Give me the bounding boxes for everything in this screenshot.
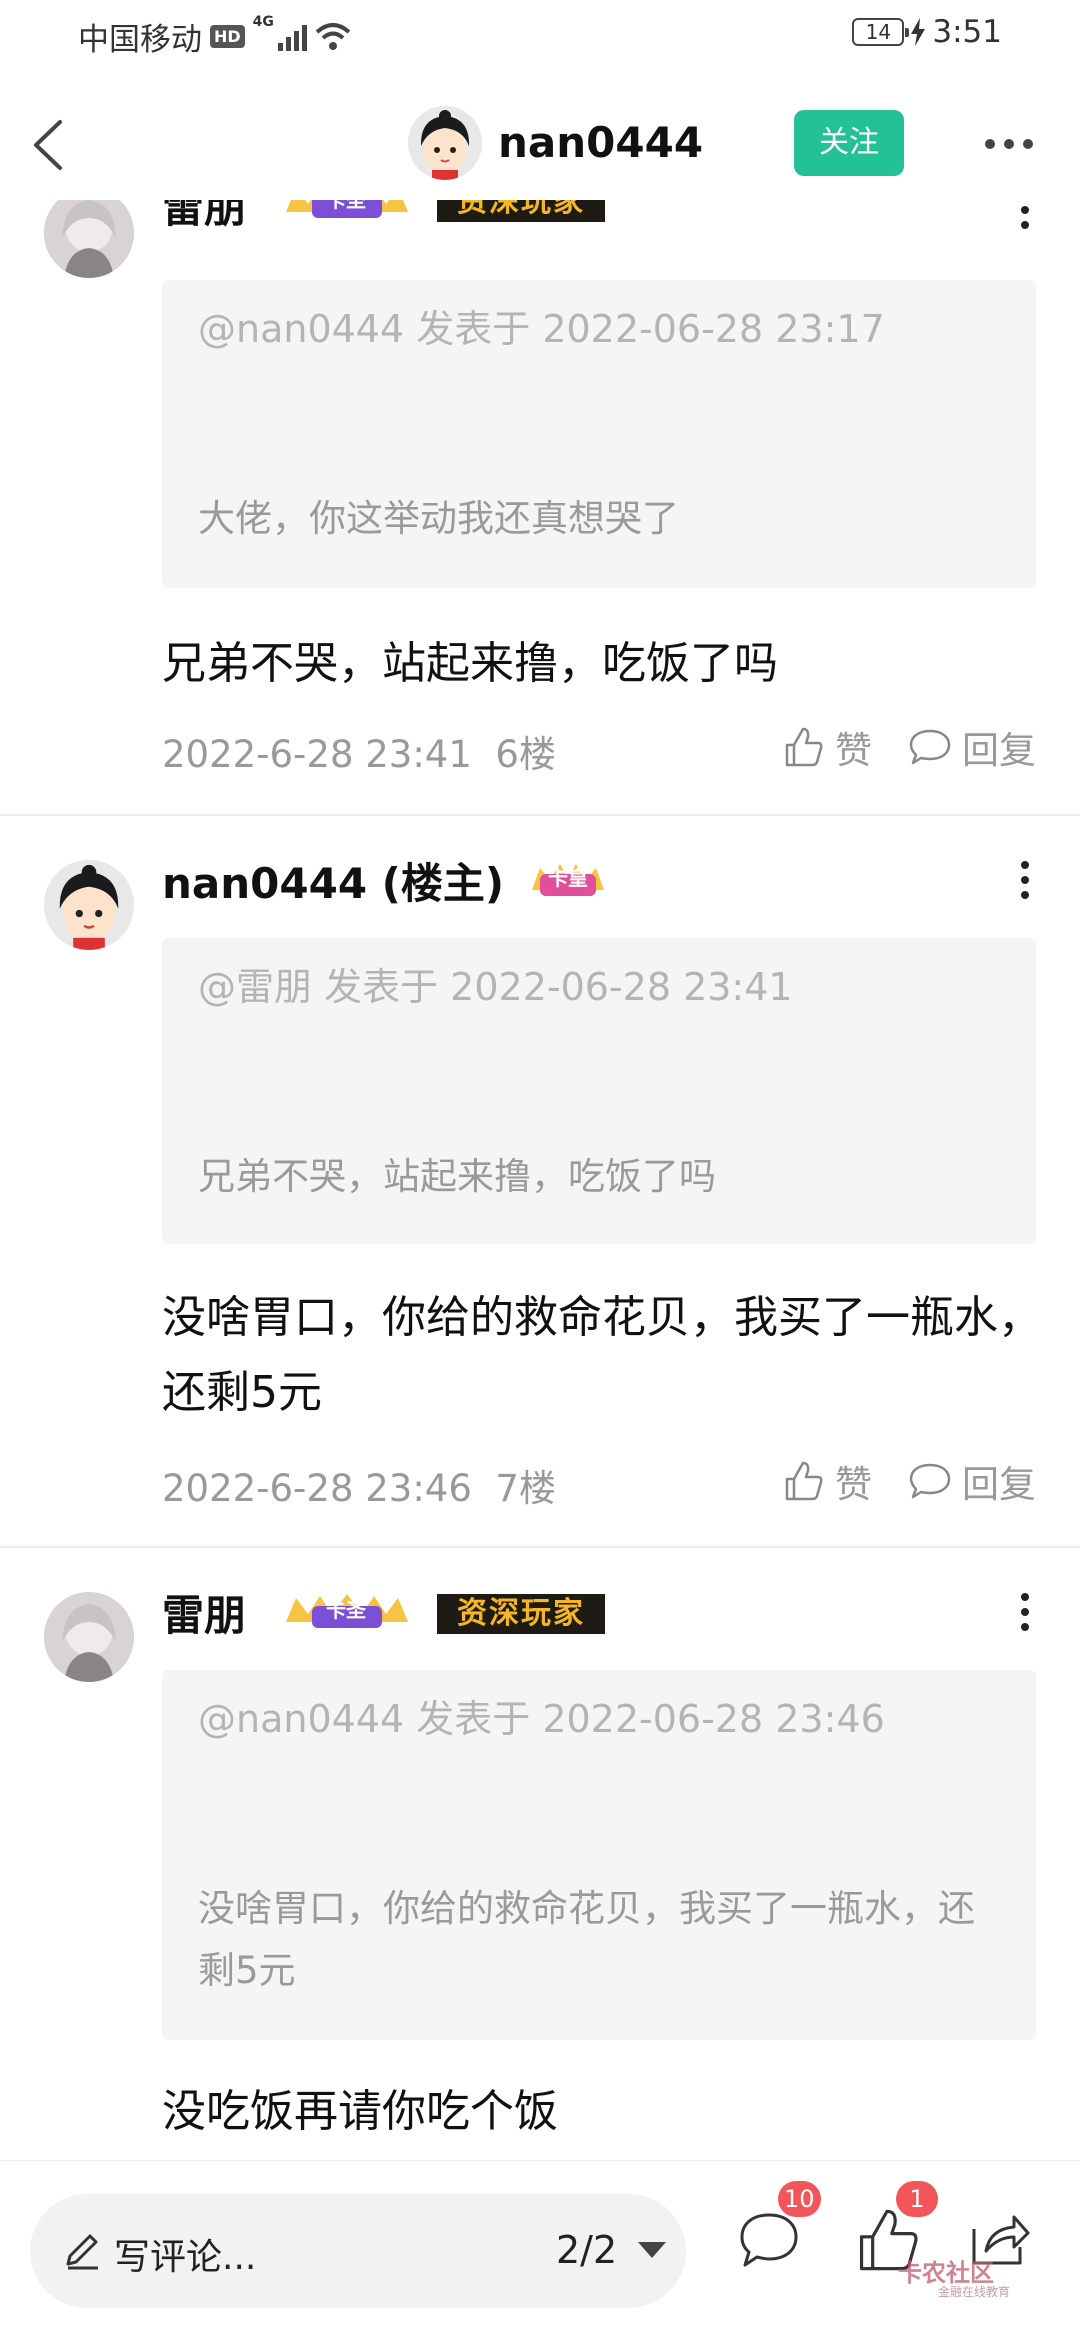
charging-icon bbox=[911, 18, 926, 46]
comment-divider bbox=[0, 1546, 1080, 1548]
comment-item: 雷朋 卡圣 资深玩家 @nan0444 发表于 2022-06-28 23:17… bbox=[0, 200, 1080, 815]
commenter-name[interactable]: 雷朋 bbox=[162, 200, 246, 235]
comments-button[interactable]: 10 bbox=[734, 2181, 821, 2275]
crown-badge-label: 卡圣 bbox=[326, 200, 366, 212]
reply-label: 回复 bbox=[962, 1463, 1036, 1506]
quote-header: @雷朋 发表于 2022-06-28 23:41 bbox=[198, 965, 793, 1009]
status-bar: 中国移动 HD 4G 14 3:51 bbox=[0, 0, 1080, 72]
floor-number: 6楼 bbox=[495, 733, 556, 776]
crown-badge-label: 卡皇 bbox=[548, 866, 588, 890]
signal-icon bbox=[277, 23, 307, 51]
reply-label: 回复 bbox=[962, 729, 1036, 772]
quote-body: 大佬，你这举动我还真想哭了 bbox=[198, 497, 679, 540]
comment-date: 2022-6-28 23:41 bbox=[162, 733, 472, 776]
chevron-left-icon bbox=[34, 120, 62, 170]
commenter-name[interactable]: nan0444 (楼主) bbox=[162, 850, 504, 911]
comment-menu-button[interactable] bbox=[1010, 850, 1040, 910]
comment-date: 2022-6-28 23:46 bbox=[162, 1467, 472, 1510]
quote-body: 没啥胃口，你给的救命花贝，我买了一瓶水，还剩5元 bbox=[198, 1887, 975, 1992]
wifi-icon bbox=[315, 22, 351, 50]
speech-bubble-icon bbox=[909, 1463, 951, 1499]
like-button[interactable]: 赞 bbox=[781, 720, 872, 774]
thumbs-up-icon bbox=[785, 727, 823, 767]
status-left: 中国移动 HD 4G bbox=[78, 14, 351, 59]
clock: 3:51 bbox=[932, 14, 1002, 50]
senior-player-badge: 资深玩家 bbox=[437, 1594, 605, 1634]
like-button[interactable]: 赞 bbox=[781, 1454, 872, 1508]
floor-number: 7楼 bbox=[495, 1467, 556, 1510]
author-avatar[interactable] bbox=[408, 106, 482, 180]
pen-icon bbox=[66, 2234, 98, 2270]
comment-item: 雷朋 卡圣 资深玩家 @nan0444 发表于 2022-06-28 23:46… bbox=[0, 1582, 1080, 2160]
carrier-name: 中国移动 bbox=[78, 22, 202, 58]
comment-count-badge: 10 bbox=[778, 2181, 821, 2217]
quoted-comment[interactable]: @nan0444 发表于 2022-06-28 23:17 大佬，你这举动我还真… bbox=[162, 280, 1036, 588]
commenter-name[interactable]: 雷朋 bbox=[162, 1582, 246, 1643]
reply-button[interactable]: 回复 bbox=[908, 720, 1036, 774]
page-indicator[interactable]: 2/2 bbox=[556, 2228, 617, 2272]
comment-menu-button[interactable] bbox=[1010, 200, 1040, 240]
like-count-badge: 1 bbox=[896, 2181, 938, 2217]
comment-divider bbox=[0, 814, 1080, 816]
battery-icon: 14 bbox=[852, 18, 910, 46]
comment-meta: 2022-6-28 23:46 7楼 bbox=[162, 1458, 556, 1512]
user-photo-icon bbox=[44, 200, 134, 278]
comment-actions: 赞 回复 bbox=[781, 720, 1036, 774]
comment-feed[interactable]: 雷朋 卡圣 资深玩家 @nan0444 发表于 2022-06-28 23:17… bbox=[0, 200, 1080, 2160]
comment-placeholder: 写评论... bbox=[114, 2237, 257, 2278]
thread-author-name[interactable]: nan0444 bbox=[498, 118, 703, 167]
comment-text: 没啥胃口，你给的救命花贝，我买了一瓶水，还剩5元 bbox=[162, 1292, 1042, 1418]
crown-badge-label: 卡圣 bbox=[326, 1598, 366, 1622]
commenter-avatar[interactable] bbox=[44, 1592, 134, 1682]
more-options-button[interactable] bbox=[974, 122, 1044, 166]
quote-header: @nan0444 发表于 2022-06-28 23:17 bbox=[198, 307, 885, 351]
hd-indicator: HD bbox=[210, 25, 245, 48]
back-button[interactable] bbox=[22, 110, 82, 180]
like-label: 赞 bbox=[835, 1463, 872, 1506]
speech-bubble-icon bbox=[909, 729, 951, 765]
comment-text: 没吃饭再请你吃个饭 bbox=[162, 2086, 558, 2137]
triangle-down-icon[interactable] bbox=[638, 2242, 666, 2258]
quoted-comment[interactable]: @nan0444 发表于 2022-06-28 23:46 没啥胃口，你给的救命… bbox=[162, 1670, 1036, 2040]
write-comment-input[interactable]: 写评论... 2/2 bbox=[30, 2194, 686, 2308]
quoted-comment[interactable]: @雷朋 发表于 2022-06-28 23:41 兄弟不哭，站起来撸，吃饭了吗 bbox=[162, 938, 1036, 1244]
reply-button[interactable]: 回复 bbox=[908, 1454, 1036, 1508]
commenter-avatar[interactable] bbox=[44, 200, 134, 278]
comment-item: nan0444 (楼主) 卡皇 @雷朋 发表于 2022-06-28 23:41… bbox=[0, 850, 1080, 1530]
bottom-action-bar: 写评论... 2/2 10 1 卡农社区 金融在线教育 bbox=[0, 2160, 1080, 2340]
more-horizontal-icon bbox=[985, 139, 1033, 149]
network-type: 4G bbox=[252, 14, 274, 30]
quote-header: @nan0444 发表于 2022-06-28 23:46 bbox=[198, 1697, 885, 1741]
like-label: 赞 bbox=[835, 729, 872, 772]
comment-meta: 2022-6-28 23:41 6楼 bbox=[162, 724, 556, 778]
thread-header: nan0444 关注 bbox=[0, 96, 1080, 192]
status-right: 14 3:51 bbox=[852, 14, 1002, 50]
community-watermark-subtitle: 金融在线教育 bbox=[938, 2285, 1011, 2299]
comment-text: 兄弟不哭，站起来撸，吃饭了吗 bbox=[162, 638, 778, 689]
senior-player-badge: 资深玩家 bbox=[437, 200, 605, 222]
user-photo-icon bbox=[44, 1592, 134, 1682]
cartoon-avatar-icon bbox=[44, 860, 134, 950]
cartoon-avatar-icon bbox=[408, 106, 482, 180]
comment-actions: 赞 回复 bbox=[781, 1454, 1036, 1508]
quote-body: 兄弟不哭，站起来撸，吃饭了吗 bbox=[198, 1155, 716, 1198]
comment-menu-button[interactable] bbox=[1010, 1582, 1040, 1642]
thumbs-up-icon bbox=[785, 1461, 823, 1501]
follow-button[interactable]: 关注 bbox=[794, 110, 904, 176]
commenter-avatar[interactable] bbox=[44, 860, 134, 950]
